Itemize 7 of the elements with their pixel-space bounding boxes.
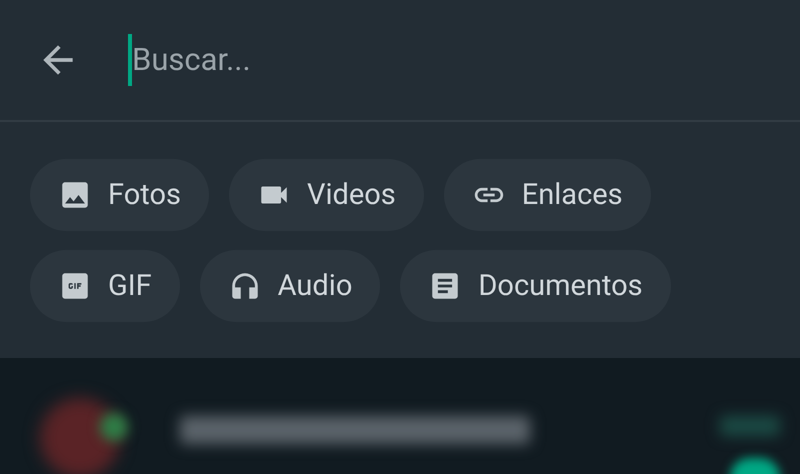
filter-chip[interactable]: Fotos: [30, 159, 209, 231]
filter-chip[interactable]: Enlaces: [444, 159, 651, 231]
filter-chip[interactable]: GIF: [30, 250, 180, 322]
search-field[interactable]: Buscar...: [132, 36, 632, 84]
filter-chip[interactable]: Documentos: [400, 250, 671, 322]
filter-chip[interactable]: Videos: [228, 159, 424, 231]
filter-chip[interactable]: Audio: [200, 250, 380, 322]
